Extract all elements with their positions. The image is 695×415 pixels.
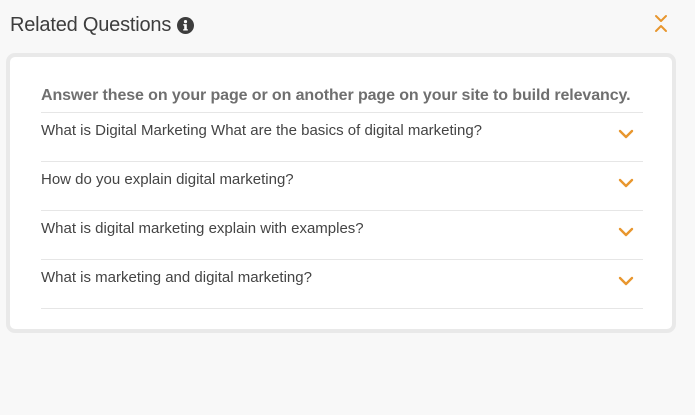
panel-intro-text: Answer these on your page or on another … <box>41 87 631 104</box>
info-icon[interactable] <box>177 17 195 34</box>
question-row[interactable]: What is Digital Marketing What are the b… <box>41 112 643 161</box>
section-title: Related Questions <box>10 14 172 36</box>
question-row[interactable]: What is marketing and digital marketing? <box>41 259 643 309</box>
question-text: What is Digital Marketing What are the b… <box>41 122 483 139</box>
chevron-down-icon[interactable] <box>618 178 634 188</box>
chevron-down-icon[interactable] <box>618 129 634 139</box>
question-text: What is digital marketing explain with e… <box>41 220 364 237</box>
question-text: What is marketing and digital marketing? <box>41 269 312 286</box>
questions-list: What is Digital Marketing What are the b… <box>41 112 643 309</box>
related-questions-panel: Answer these on your page or on another … <box>10 57 672 329</box>
section-header: Related Questions <box>10 14 195 37</box>
question-row[interactable]: What is digital marketing explain with e… <box>41 210 643 259</box>
question-row[interactable]: How do you explain digital marketing? <box>41 161 643 210</box>
question-text: How do you explain digital marketing? <box>41 171 294 188</box>
chevron-down-icon[interactable] <box>618 227 634 237</box>
chevron-down-icon[interactable] <box>618 276 634 286</box>
collapse-icon[interactable] <box>652 13 670 35</box>
